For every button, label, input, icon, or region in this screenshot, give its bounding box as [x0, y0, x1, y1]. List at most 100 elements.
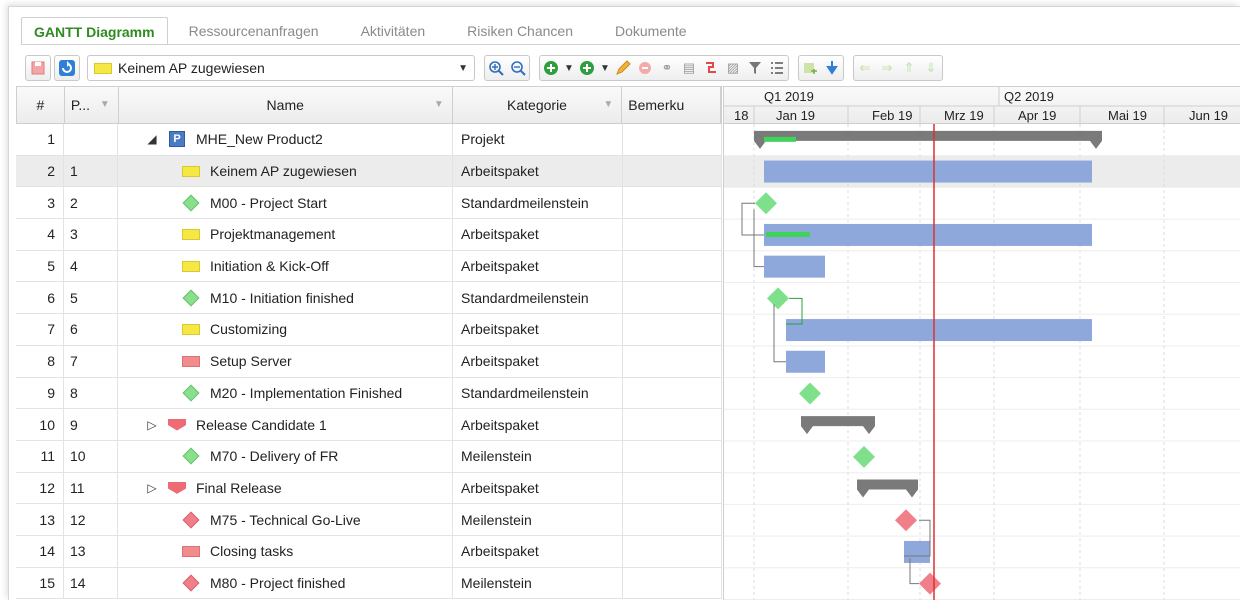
quarter-label: Q1 2019	[764, 89, 814, 104]
tab-bar: GANTT Diagramm Ressourcenanfragen Aktivi…	[21, 17, 708, 45]
import-icon[interactable]	[799, 56, 821, 80]
milestone-icon-shape	[182, 384, 200, 402]
milestone-marker	[767, 287, 789, 310]
row-position: 2	[64, 187, 118, 219]
work-package-filter-dropdown[interactable]: Keinem AP zugewiesen ▼	[87, 55, 475, 81]
month-label: Jun 19	[1189, 108, 1228, 123]
filter-icon[interactable]	[744, 56, 766, 80]
row-name-cell[interactable]: Setup Server	[118, 345, 453, 377]
row-name-cell[interactable]: ◢ P MHE_New Product2	[118, 124, 453, 155]
summary-bar	[801, 416, 875, 435]
col-header-name[interactable]: Name ▼	[119, 87, 453, 123]
save-icon	[31, 61, 45, 75]
tab-activities[interactable]: Aktivitäten	[340, 17, 447, 45]
table-row[interactable]: 8 7 Setup Server Arbeitspaket	[16, 345, 722, 378]
tab-risks[interactable]: Risiken Chancen	[446, 17, 594, 45]
tab-documents[interactable]: Dokumente	[594, 17, 708, 45]
task-bar	[786, 350, 825, 373]
add-item-icon[interactable]	[540, 56, 562, 80]
row-number: 14	[16, 535, 64, 567]
progress-bar	[764, 136, 796, 142]
table-row[interactable]: 4 3 Projektmanagement Arbeitspaket	[16, 219, 722, 251]
zoom-in-icon[interactable]	[485, 56, 507, 80]
quarter-label: Q2 2019	[1004, 89, 1054, 104]
arrow-left-icon[interactable]: ⇐	[854, 56, 876, 80]
col-header-p[interactable]: P... ▼	[65, 87, 119, 123]
table-row[interactable]: 10 9 ▷ Release Candidate 1 Arbeitspaket	[16, 409, 722, 441]
row-name: Final Release	[196, 479, 282, 496]
table-row[interactable]: 7 6 Customizing Arbeitspaket	[16, 314, 722, 346]
row-number: 15	[16, 567, 64, 599]
delete-icon[interactable]	[634, 56, 656, 80]
notes-icon[interactable]: ▤	[678, 56, 700, 80]
task-bar	[786, 319, 1092, 342]
filter-icon[interactable]: ▼	[603, 99, 613, 110]
expand-toggle-icon[interactable]: ▷	[142, 481, 162, 495]
row-bemerkung	[623, 250, 722, 282]
row-name-cell[interactable]: ▷ Release Candidate 1	[118, 409, 453, 440]
row-name-cell[interactable]: Keinem AP zugewiesen	[118, 155, 453, 187]
chevron-down-icon[interactable]: ▼	[562, 56, 576, 80]
row-name-cell[interactable]: M10 - Initiation finished	[118, 282, 453, 314]
row-name-cell[interactable]: Projektmanagement	[118, 219, 453, 250]
month-label: Feb 19	[872, 108, 912, 123]
milestone-marker	[799, 382, 821, 405]
zoom-out-icon[interactable]	[507, 56, 529, 80]
refresh-button[interactable]	[54, 55, 80, 81]
hierarchy-icon[interactable]	[700, 56, 722, 80]
table-row[interactable]: 14 13 Closing tasks Arbeitspaket	[16, 535, 722, 568]
col-header-kategorie[interactable]: Kategorie ▼	[453, 87, 623, 123]
indent-group: ⇐ ⇒ ⇑ ⇓	[853, 55, 943, 81]
arrow-right-icon[interactable]: ⇒	[876, 56, 898, 80]
filter-icon[interactable]: ▼	[100, 99, 110, 110]
row-position: 1	[64, 155, 118, 187]
row-name-cell[interactable]: Customizing	[118, 314, 453, 345]
list-icon[interactable]	[766, 56, 788, 80]
row-kategorie: Arbeitspaket	[453, 219, 623, 250]
row-name-cell[interactable]: M20 - Implementation Finished	[118, 377, 453, 409]
tab-resource-requests[interactable]: Ressourcenanfragen	[168, 17, 340, 45]
tab-gantt[interactable]: GANTT Diagramm	[21, 17, 168, 45]
row-name-cell[interactable]: M00 - Project Start	[118, 187, 453, 219]
table-row[interactable]: 2 1 Keinem AP zugewiesen Arbeitspaket	[16, 155, 722, 188]
row-kategorie: Arbeitspaket	[453, 250, 623, 282]
row-name-cell[interactable]: ▷ Final Release	[118, 472, 453, 504]
arrow-up-icon[interactable]: ⇑	[898, 56, 920, 80]
row-name-cell[interactable]: M75 - Technical Go-Live	[118, 504, 453, 535]
filter-icon[interactable]: ▼	[434, 99, 444, 110]
edit-pencil-icon[interactable]	[612, 56, 634, 80]
save-button[interactable]	[25, 55, 51, 81]
report-icon[interactable]: ▨	[722, 56, 744, 80]
table-row[interactable]: 5 4 Initiation & Kick-Off Arbeitspaket	[16, 250, 722, 283]
table-row[interactable]: 6 5 M10 - Initiation finished Standardmeile…	[16, 282, 722, 315]
row-kategorie: Meilenstein	[453, 567, 623, 599]
col-header-bemerkung[interactable]: Bemerku	[622, 87, 721, 123]
row-name: M75 - Technical Go-Live	[210, 511, 361, 528]
collapse-toggle-icon[interactable]: ◢	[142, 132, 162, 146]
table-row[interactable]: 3 2 M00 - Project Start Standardmeilenstein	[16, 187, 722, 220]
arrow-down-outline-icon[interactable]: ⇓	[920, 56, 942, 80]
table-row[interactable]: 15 14 M80 - Project finished Meilenstein	[16, 567, 722, 600]
table-row[interactable]: 13 12 M75 - Technical Go-Live Meilenstein	[16, 504, 722, 536]
chevron-down-icon[interactable]: ▼	[598, 56, 612, 80]
row-name-cell[interactable]: Initiation & Kick-Off	[118, 250, 453, 282]
table-row[interactable]: 1 ◢ P MHE_New Product2 Projekt	[16, 124, 722, 156]
row-kategorie: Arbeitspaket	[453, 535, 623, 567]
arrow-down-icon[interactable]	[821, 56, 843, 80]
table-row[interactable]: 9 8 M20 - Implementation Finished Standardm…	[16, 377, 722, 410]
expand-toggle-icon[interactable]: ▷	[142, 418, 162, 432]
summary-red-icon	[166, 418, 188, 431]
table-row[interactable]: 12 11 ▷ Final Release Arbeitspaket	[16, 472, 722, 505]
milestone-icon-shape	[182, 447, 200, 465]
row-number: 13	[16, 504, 64, 535]
col-header-p-label: P...	[70, 97, 91, 113]
row-name-cell[interactable]: M80 - Project finished	[118, 567, 453, 599]
add-sub-item-icon[interactable]	[576, 56, 598, 80]
link-icon[interactable]: ⚭	[656, 56, 678, 80]
row-name-cell[interactable]: Closing tasks	[118, 535, 453, 567]
col-header-num[interactable]: #	[17, 87, 65, 123]
row-name-cell[interactable]: M70 - Delivery of FR	[118, 440, 453, 472]
table-row[interactable]: 11 10 M70 - Delivery of FR Meilenstein	[16, 440, 722, 473]
row-bemerkung	[623, 124, 722, 155]
row-number: 4	[16, 219, 64, 250]
